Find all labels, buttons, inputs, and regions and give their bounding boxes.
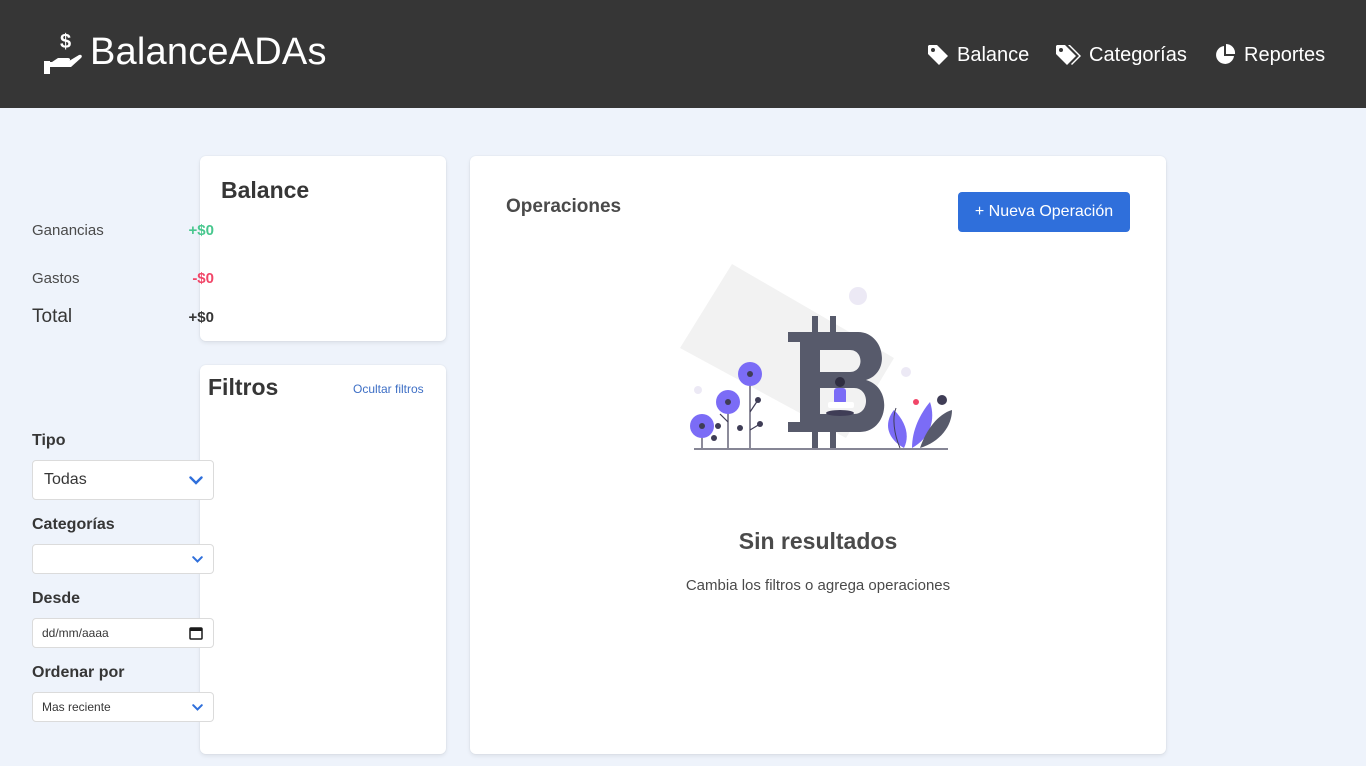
nav-reportes[interactable]: Reportes	[1214, 40, 1325, 70]
gastos-value: -$0	[192, 270, 214, 287]
nav-balance[interactable]: Balance	[927, 40, 1029, 70]
filtros-card: Filtros Ocultar filtros	[200, 365, 446, 754]
nav-categorias-label: Categorías	[1089, 43, 1187, 66]
desde-date-input[interactable]: dd/mm/aaaa	[32, 618, 214, 648]
chevron-down-icon	[189, 475, 203, 485]
categorias-label: Categorías	[32, 516, 115, 533]
total-value: +$0	[188, 308, 214, 326]
gastos-label: Gastos	[32, 270, 80, 287]
nav-balance-label: Balance	[957, 43, 1030, 66]
navbar: $ BalanceADAs Balance Categorías Reporte…	[0, 0, 1366, 108]
ganancias-value: +$0	[188, 222, 214, 239]
filtros-title: Filtros	[208, 374, 279, 400]
balance-total-row: Total +$0	[32, 306, 214, 328]
pie-chart-icon	[1216, 44, 1236, 64]
hand-holding-dollar-icon: $	[44, 31, 82, 74]
calendar-icon[interactable]	[189, 626, 203, 640]
operaciones-card: Operaciones + Nueva Operación Sin result…	[470, 156, 1166, 754]
balance-gastos-row: Gastos -$0	[32, 270, 214, 287]
balance-title: Balance	[221, 177, 310, 203]
balance-ganancias-row: Ganancias +$0	[32, 222, 214, 239]
ordenar-label: Ordenar por	[32, 664, 125, 681]
balance-card: Balance	[200, 156, 446, 341]
brand-name: BalanceADAs	[90, 31, 327, 73]
tipo-label: Tipo	[32, 432, 66, 449]
chevron-down-icon	[192, 703, 203, 711]
brand-logo[interactable]: $ BalanceADAs	[42, 28, 327, 76]
ocultar-filtros-link[interactable]: Ocultar filtros	[353, 382, 424, 396]
nav-categorias[interactable]: Categorías	[1055, 40, 1187, 70]
ganancias-label: Ganancias	[32, 222, 104, 239]
nueva-operacion-button[interactable]: + Nueva Operación	[958, 192, 1130, 232]
empty-state-title: Sin resultados	[738, 528, 898, 554]
operaciones-title: Operaciones	[506, 196, 622, 217]
tag-icon	[928, 45, 948, 65]
chevron-down-icon	[192, 555, 203, 563]
tags-icon	[1056, 45, 1081, 65]
desde-placeholder: dd/mm/aaaa	[42, 626, 109, 640]
desde-label: Desde	[32, 590, 81, 607]
ordenar-select[interactable]: Mas reciente	[32, 692, 214, 722]
svg-text:$: $	[60, 31, 71, 53]
bitcoin-empty-state-illustration	[680, 264, 952, 450]
empty-state-subtitle: Cambia los filtros o agrega operaciones	[685, 577, 951, 594]
total-label: Total	[32, 306, 73, 327]
tipo-select[interactable]: Todas	[32, 460, 214, 500]
nav-reportes-label: Reportes	[1244, 43, 1326, 66]
ordenar-select-value: Mas reciente	[42, 700, 111, 714]
categorias-select[interactable]	[32, 544, 214, 574]
tipo-select-value: Todas	[44, 471, 87, 488]
